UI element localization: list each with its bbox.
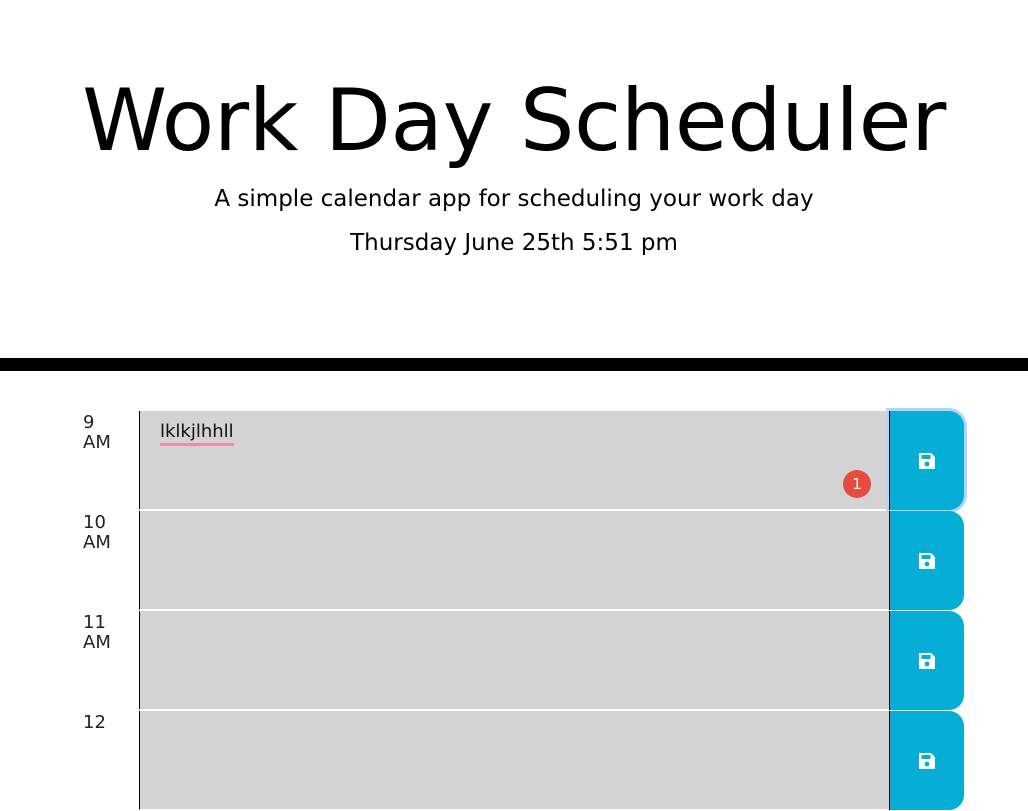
- hour-number: 12: [83, 712, 106, 733]
- header-divider: [0, 358, 1028, 371]
- notification-badge: 1: [843, 470, 871, 498]
- page-subtitle: A simple calendar app for scheduling you…: [214, 186, 814, 212]
- hour-label: 9 AM: [83, 411, 139, 511]
- hour-number: 10: [83, 512, 106, 533]
- description-text: lklkjlhhll: [160, 421, 234, 446]
- hour-label: 12: [83, 711, 139, 811]
- hour-label: 10 AM: [83, 511, 139, 611]
- description-textarea[interactable]: [139, 511, 889, 610]
- page-title: Work Day Scheduler: [82, 71, 946, 171]
- time-block-list: 9 AM lklkjlhhll 1 10 AM 11 AM 12: [0, 411, 1028, 811]
- time-block: 9 AM lklkjlhhll 1: [0, 411, 1028, 511]
- save-icon: [919, 552, 935, 569]
- time-block: 11 AM: [0, 611, 1028, 711]
- hour-label: 11 AM: [83, 611, 139, 711]
- time-block: 12: [0, 711, 1028, 811]
- save-icon: [919, 752, 935, 769]
- description-textarea[interactable]: [139, 611, 889, 710]
- current-day: Thursday June 25th 5:51 pm: [350, 230, 678, 256]
- save-button[interactable]: [889, 711, 964, 810]
- save-button[interactable]: [889, 511, 964, 610]
- header: Work Day Scheduler A simple calendar app…: [0, 0, 1028, 358]
- save-icon: [919, 652, 935, 669]
- save-button[interactable]: [889, 411, 964, 510]
- hour-number: 9: [83, 412, 95, 433]
- hour-number: 11: [83, 612, 106, 633]
- save-icon: [919, 452, 935, 469]
- time-block: 10 AM: [0, 511, 1028, 611]
- description-textarea[interactable]: lklkjlhhll: [139, 411, 889, 510]
- save-button[interactable]: [889, 611, 964, 710]
- hour-period: AM: [83, 432, 111, 453]
- description-textarea[interactable]: [139, 711, 889, 810]
- hour-period: AM: [83, 532, 111, 553]
- hour-period: AM: [83, 632, 111, 653]
